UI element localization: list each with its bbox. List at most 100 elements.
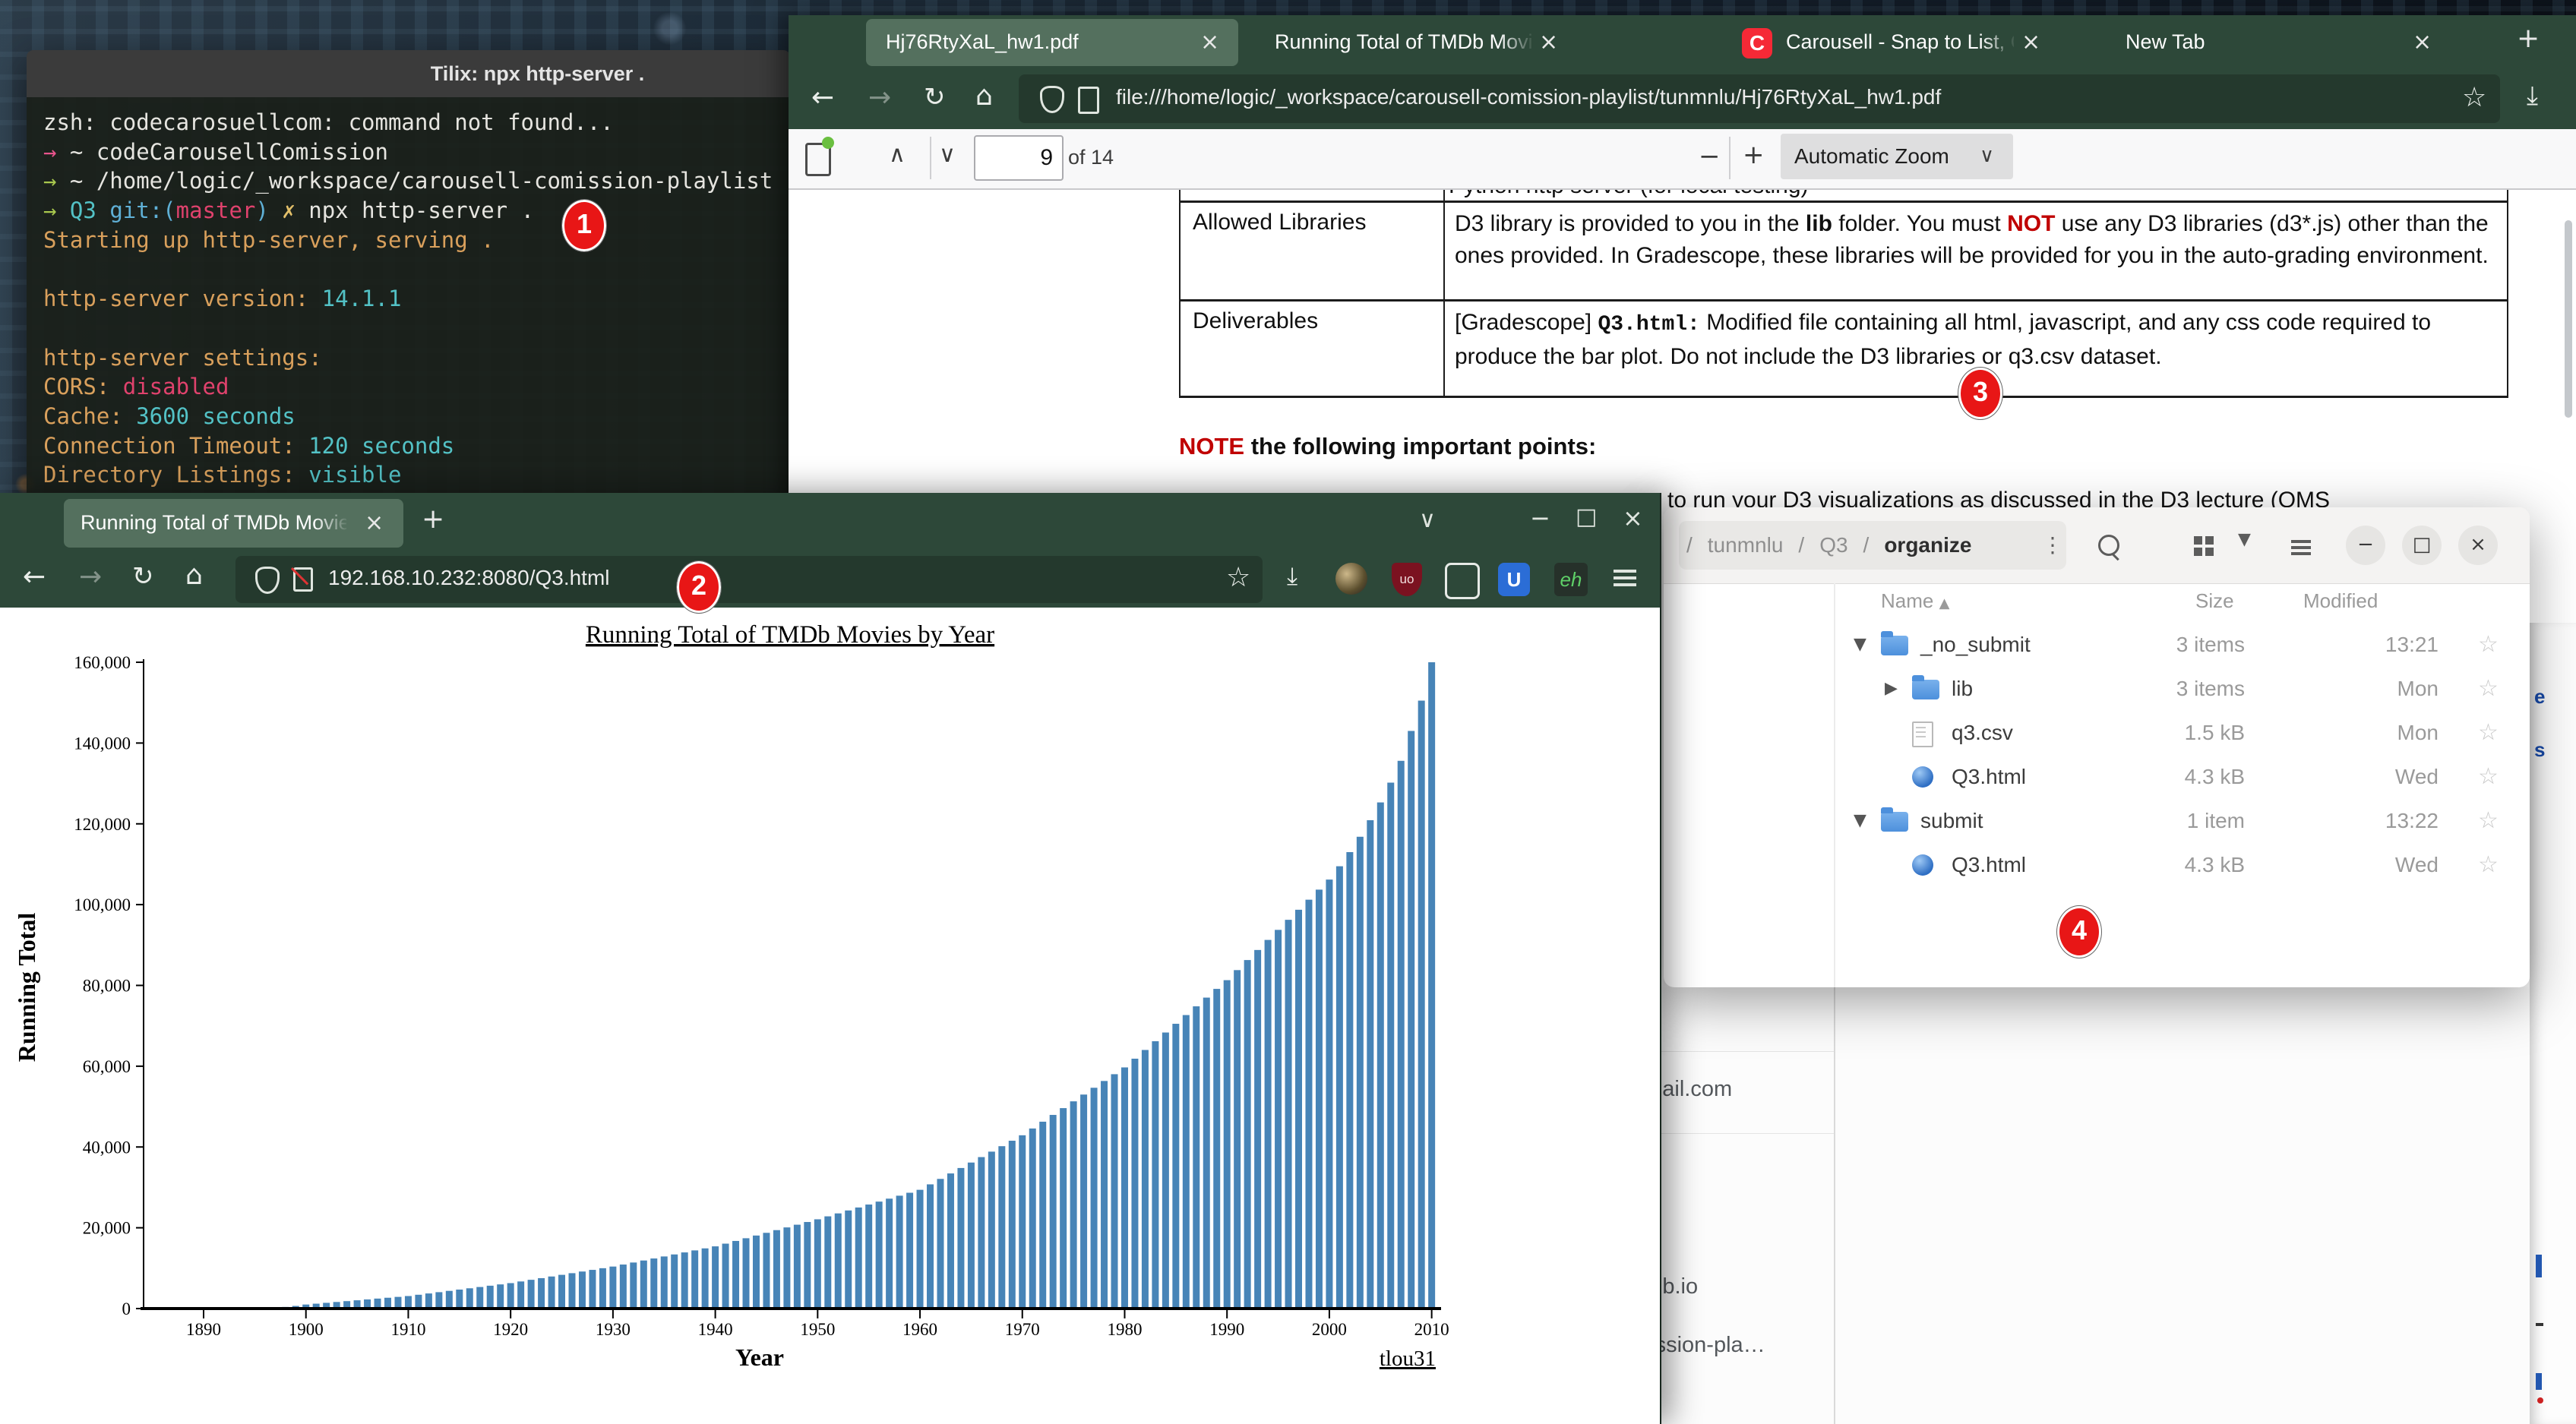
favorite-star-icon[interactable]: ☆ [2478,711,2499,755]
prev-page-icon[interactable]: ∧ [889,141,906,168]
file-name[interactable]: Q3.html [1952,755,2026,799]
file-name[interactable]: lib [1952,667,1973,711]
tab-close-icon[interactable]: × [1200,29,1219,55]
download-icon[interactable]: ⤓ [2527,81,2538,111]
new-tab-button[interactable]: + [2517,23,2540,54]
maximize-button[interactable]: □ [2402,526,2442,565]
collapse-icon[interactable]: ▼ [1854,623,1866,667]
reload-icon[interactable]: ↻ [132,561,154,592]
tab-close-icon[interactable]: × [1539,29,1558,55]
terminal-window[interactable]: Tilix: npx http-server . zsh: codecarosu… [27,50,790,536]
extension-icon[interactable] [1445,563,1480,599]
terminal-body[interactable]: zsh: codecarosuellcom: command not found… [43,108,787,536]
terminal-line [43,314,787,343]
file-row[interactable]: ▼_no_submit3 items13:21☆ [1664,623,2530,667]
terminal-title: Tilix: npx http-server . [431,62,645,85]
tab-overflow-chevron-icon[interactable]: ∨ [1419,507,1436,533]
tab-chart[interactable]: Running Total of TMDb Movie × [64,499,403,548]
bar [732,1241,739,1309]
tab-close-icon[interactable]: × [365,510,384,536]
file-row[interactable]: q3.csv1.5 kBMon☆ [1664,711,2530,755]
tab-close-icon[interactable]: × [2413,29,2432,55]
file-modified: Mon [2271,667,2439,711]
close-button[interactable]: × [1623,504,1643,532]
maximize-button[interactable]: □ [1576,504,1597,530]
zoom-in-icon[interactable]: + [1743,140,1765,170]
grid-view-icon[interactable] [2194,536,2214,560]
back-icon[interactable]: ← [23,561,46,592]
back-icon[interactable]: ← [811,82,834,113]
list-view-icon[interactable] [2291,538,2311,551]
terminal-text: master [176,197,256,223]
minimize-button[interactable]: − [2346,526,2385,565]
favorite-star-icon[interactable]: ☆ [2478,843,2499,887]
favorite-star-icon[interactable]: ☆ [2478,667,2499,711]
breadcrumb-item[interactable]: Q3 [1819,533,1847,557]
reload-icon[interactable]: ↻ [924,82,946,112]
tracking-shield-icon[interactable] [255,567,280,594]
bookmark-star-icon[interactable]: ☆ [1226,562,1250,593]
zoom-select-label: Automatic Zoom [1794,144,1949,169]
file-row[interactable]: ▶lib3 itemsMon☆ [1664,667,2530,711]
new-tab-button[interactable]: + [422,504,444,535]
page-number-input[interactable] [974,135,1064,181]
breadcrumb-item[interactable]: tunmnlu [1708,533,1784,557]
file-manager-headerbar[interactable]: /tunmnlu/Q3/organize ⋮ ▼ − □ × [1664,507,2530,584]
tab-carousell[interactable]: C Carousell - Snap to List, C × [1742,19,2069,66]
collapse-icon[interactable]: ▼ [1854,799,1866,843]
eh-extension-icon[interactable]: eh [1554,563,1588,596]
terminal-titlebar[interactable]: Tilix: npx http-server . [27,50,790,97]
bar [804,1222,811,1309]
breadcrumb-item-current[interactable]: organize [1884,533,1971,557]
bitwarden-extension-icon[interactable]: U [1498,563,1530,596]
y-tick [136,1227,144,1229]
table-border [1179,200,2508,203]
chart-url-bar[interactable]: 192.168.10.232:8080/Q3.html ☆ [235,556,1263,603]
file-row[interactable]: Q3.html4.3 kBWed☆ [1664,755,2530,799]
tab-close-icon[interactable]: × [2021,29,2040,55]
ublock-extension-icon[interactable]: uo [1392,563,1422,596]
file-name[interactable]: submit [1920,799,1983,843]
tab-chart-bg[interactable]: Running Total of TMDb Movie × [1275,19,1579,66]
home-icon[interactable]: ⌂ [975,81,993,112]
file-name[interactable]: _no_submit [1920,623,2031,667]
file-row[interactable]: ▼submit1 item13:22☆ [1664,799,2530,843]
expand-icon[interactable]: ▶ [1885,667,1898,711]
column-header-size[interactable]: Size [2195,589,2234,613]
tab-pdf[interactable]: Hj76RtyXaL_hw1.pdf × [866,19,1238,66]
favorite-star-icon[interactable]: ☆ [2478,755,2499,799]
home-icon[interactable]: ⌂ [185,560,203,591]
chart-navbar: ← → ↻ ⌂ 192.168.10.232:8080/Q3.html ☆ ⤓ … [0,552,1660,608]
next-page-icon[interactable]: ∨ [939,141,956,168]
scrollbar[interactable] [2565,220,2572,418]
file-name[interactable]: Q3.html [1952,843,2026,887]
file-modified: 13:22 [2271,799,2439,843]
folder-icon [1912,680,1939,699]
account-extension-icon[interactable] [1335,563,1367,595]
y-tick-label: 120,000 [74,815,131,834]
search-icon[interactable] [2098,535,2119,560]
download-icon[interactable]: ⤓ [1287,561,1297,591]
pdf-url-bar[interactable]: file:///home/logic/_workspace/carousell-… [1019,74,2500,123]
zoom-select[interactable]: Automatic Zoom ∨ [1781,134,2013,179]
favorite-star-icon[interactable]: ☆ [2478,799,2499,843]
bar [538,1278,545,1309]
minimize-button[interactable]: − [1530,504,1550,532]
close-button[interactable]: × [2458,526,2498,565]
column-header-name[interactable]: Name ▲ [1881,589,1949,613]
x-tick-label: 1920 [493,1320,528,1339]
zoom-out-icon[interactable]: − [1699,141,1721,172]
file-row[interactable]: Q3.html4.3 kBWed☆ [1664,843,2530,887]
bookmark-star-icon[interactable]: ☆ [2462,82,2486,113]
file-name[interactable]: q3.csv [1952,711,2013,755]
tab-newtab[interactable]: New Tab × [2126,19,2452,66]
view-dropdown-icon[interactable]: ▼ [2238,530,2251,549]
kebab-menu-icon[interactable]: ⋮ [2042,521,2063,570]
insecure-lock-icon[interactable] [293,567,313,592]
credit-link[interactable]: tlou31 [1380,1347,1436,1371]
breadcrumb[interactable]: /tunmnlu/Q3/organize ⋮ [1679,521,2066,570]
tracking-shield-icon[interactable] [1040,86,1064,113]
menu-icon[interactable] [1614,567,1636,581]
column-header-modified[interactable]: Modified [2303,589,2378,613]
favorite-star-icon[interactable]: ☆ [2478,623,2499,667]
